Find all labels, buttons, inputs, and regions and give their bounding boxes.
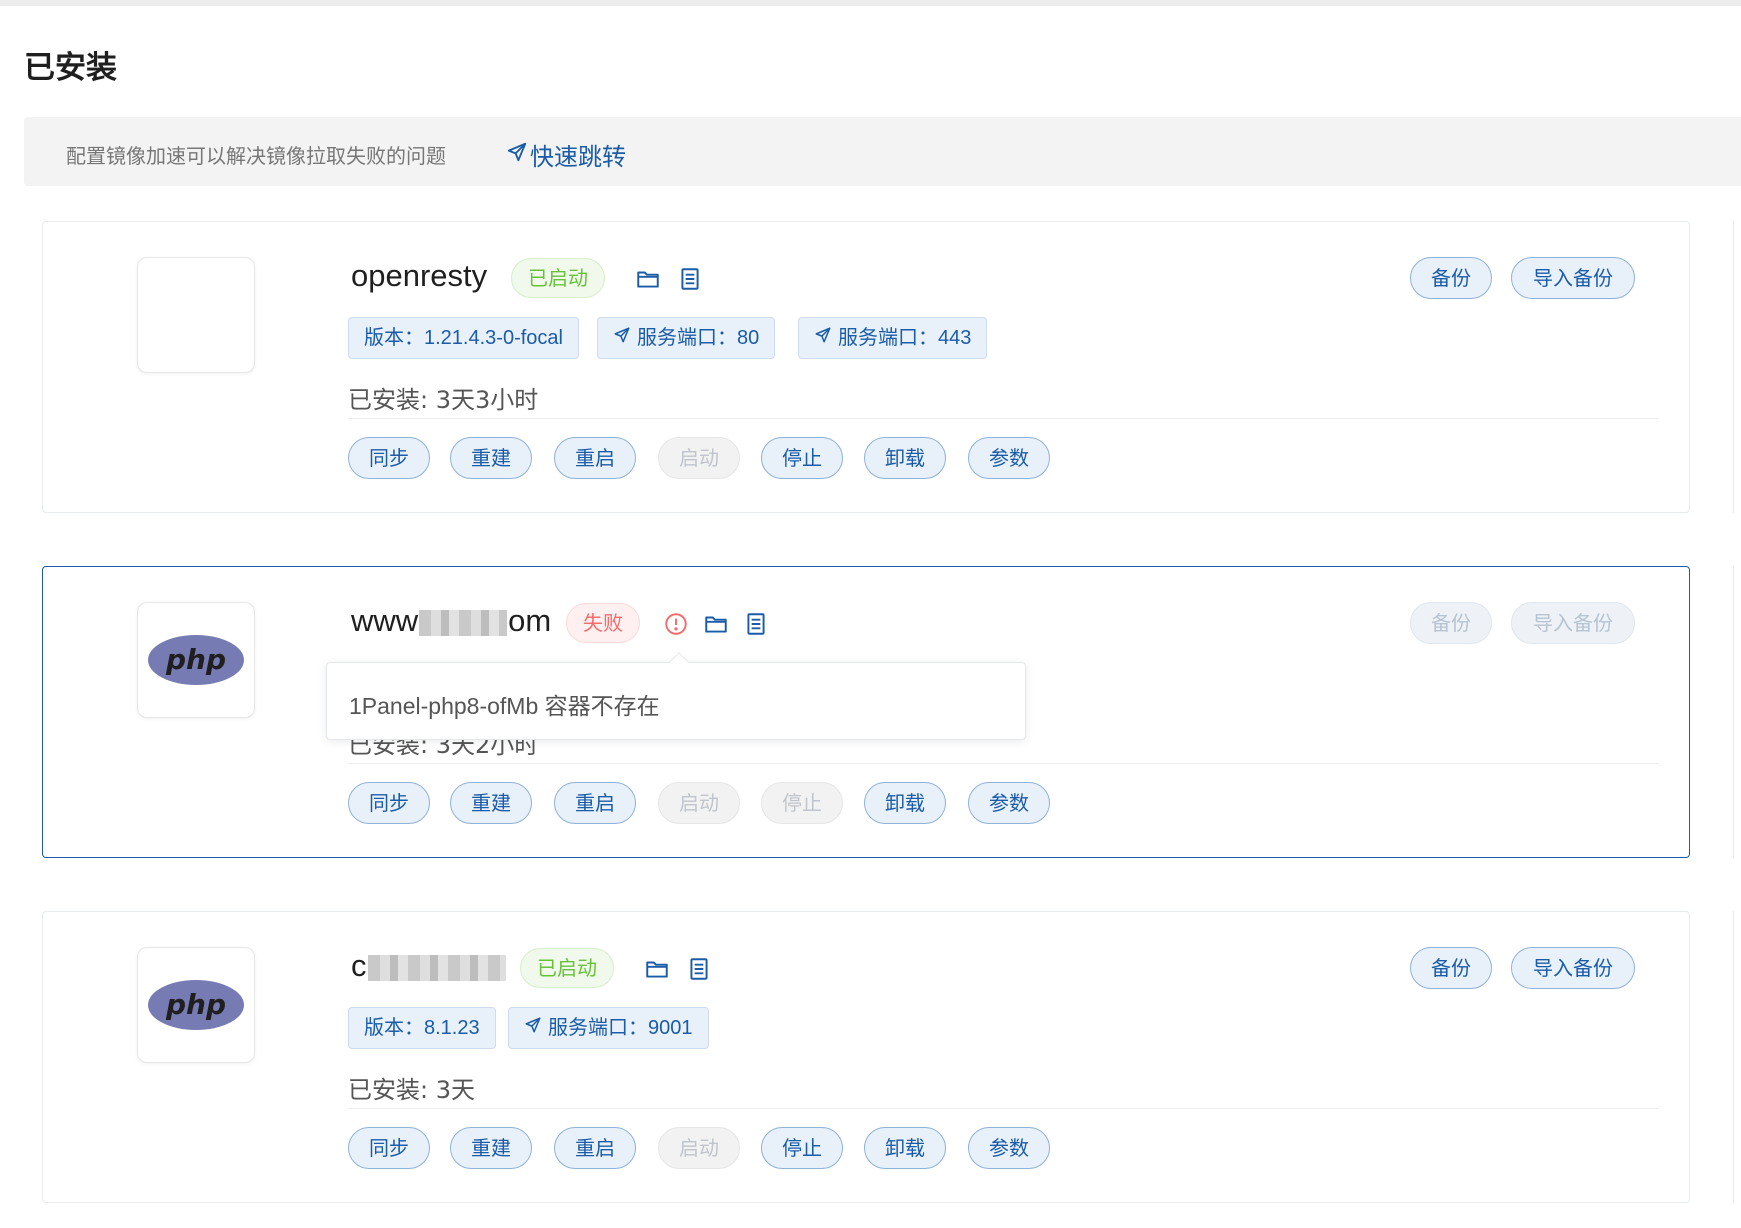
warning-icon[interactable] [663,611,689,637]
status-badge: 已启动 [520,948,614,988]
quick-jump-link[interactable]: 快速跳转 [506,137,626,172]
error-message: 1Panel-php8-ofMb 容器不存在 [349,693,660,719]
folder-icon[interactable] [635,266,661,292]
app-name: openresty [351,258,488,293]
app-name-start: c [351,948,367,983]
app-name: c [351,948,507,984]
app-card-openresty: openresty 已启动 版本：1.21.4.3-0-focal 服务端口：8… [42,221,1690,513]
rebuild-button[interactable]: 重建 [450,782,532,824]
port-tag[interactable]: 服务端口：80 [597,317,776,359]
document-icon[interactable] [743,611,769,637]
send-icon [613,318,631,358]
stop-button[interactable]: 停止 [761,437,843,479]
version-tag: 版本：1.21.4.3-0-focal [348,317,579,359]
top-border [0,0,1741,6]
php-logo: php [137,947,255,1063]
redacted-name [419,609,508,636]
rebuild-button[interactable]: 重建 [450,437,532,479]
params-button[interactable]: 参数 [968,1127,1050,1169]
php-logo: php [137,602,255,718]
app-card-website: php www om 失败 1Panel-php8-ofMb 容器不存在 已安装:… [42,566,1690,858]
stop-button[interactable]: 停止 [761,1127,843,1169]
status-badge: 失败 [566,603,640,643]
version-tag-label: 版本：8.1.23 [364,1017,480,1039]
rebuild-button[interactable]: 重建 [450,1127,532,1169]
backup-button[interactable]: 备份 [1410,947,1492,989]
status-badge: 已启动 [511,258,605,298]
uninstall-button[interactable]: 卸载 [864,782,946,824]
svg-text:php: php [165,988,226,1021]
version-tag-label: 版本：1.21.4.3-0-focal [364,327,563,349]
app-name: www om [351,603,551,639]
params-button[interactable]: 参数 [968,782,1050,824]
restart-button[interactable]: 重启 [554,782,636,824]
installed-time: 已安装: 3天3小时 [348,386,539,414]
quick-jump-label: 快速跳转 [530,143,626,171]
stop-button: 停止 [761,782,843,824]
sync-button[interactable]: 同步 [348,437,430,479]
import-backup-button[interactable]: 导入备份 [1511,257,1635,299]
send-icon [506,141,528,169]
port-tag-label: 服务端口：9001 [548,1017,693,1039]
installed-time: 已安装: 3天 [348,1076,475,1104]
params-button[interactable]: 参数 [968,437,1050,479]
divider [348,1108,1658,1109]
port-tag[interactable]: 服务端口：443 [798,317,988,359]
svg-text:php: php [165,643,226,676]
start-button: 启动 [658,782,740,824]
notice-bar: 配置镜像加速可以解决镜像拉取失败的问题 快速跳转 [24,117,1741,186]
next-column-edge [1733,911,1741,1203]
import-backup-button: 导入备份 [1511,602,1635,644]
openresty-logo [137,257,255,373]
uninstall-button[interactable]: 卸载 [864,437,946,479]
document-icon[interactable] [677,266,703,292]
version-tag: 版本：8.1.23 [348,1007,496,1049]
uninstall-button[interactable]: 卸载 [864,1127,946,1169]
next-column-edge [1733,221,1741,513]
send-icon [524,1008,542,1048]
import-backup-button[interactable]: 导入备份 [1511,947,1635,989]
start-button: 启动 [658,1127,740,1169]
next-column-edge [1733,566,1741,858]
app-name-end: om [508,603,552,638]
divider [348,418,1658,419]
redacted-name [367,954,506,981]
start-button: 启动 [658,437,740,479]
sync-button[interactable]: 同步 [348,1127,430,1169]
document-icon[interactable] [686,956,712,982]
restart-button[interactable]: 重启 [554,437,636,479]
sync-button[interactable]: 同步 [348,782,430,824]
app-card-php: php c 已启动 版本：8.1.23 服务端口：9001 已安装: 3天 同步… [42,911,1690,1203]
port-tag[interactable]: 服务端口：9001 [508,1007,709,1049]
port-tag-label: 服务端口：80 [637,327,760,349]
backup-button[interactable]: 备份 [1410,257,1492,299]
notice-text: 配置镜像加速可以解决镜像拉取失败的问题 [66,144,446,168]
error-tooltip: 1Panel-php8-ofMb 容器不存在 [326,652,1026,740]
folder-icon[interactable] [703,611,729,637]
app-name-start: www [351,603,419,638]
page-title: 已安装 [24,50,117,86]
tooltip-arrow [669,652,689,672]
backup-button: 备份 [1410,602,1492,644]
send-icon [814,318,832,358]
port-tag-label: 服务端口：443 [838,327,972,349]
divider [348,763,1658,764]
restart-button[interactable]: 重启 [554,1127,636,1169]
folder-icon[interactable] [644,956,670,982]
